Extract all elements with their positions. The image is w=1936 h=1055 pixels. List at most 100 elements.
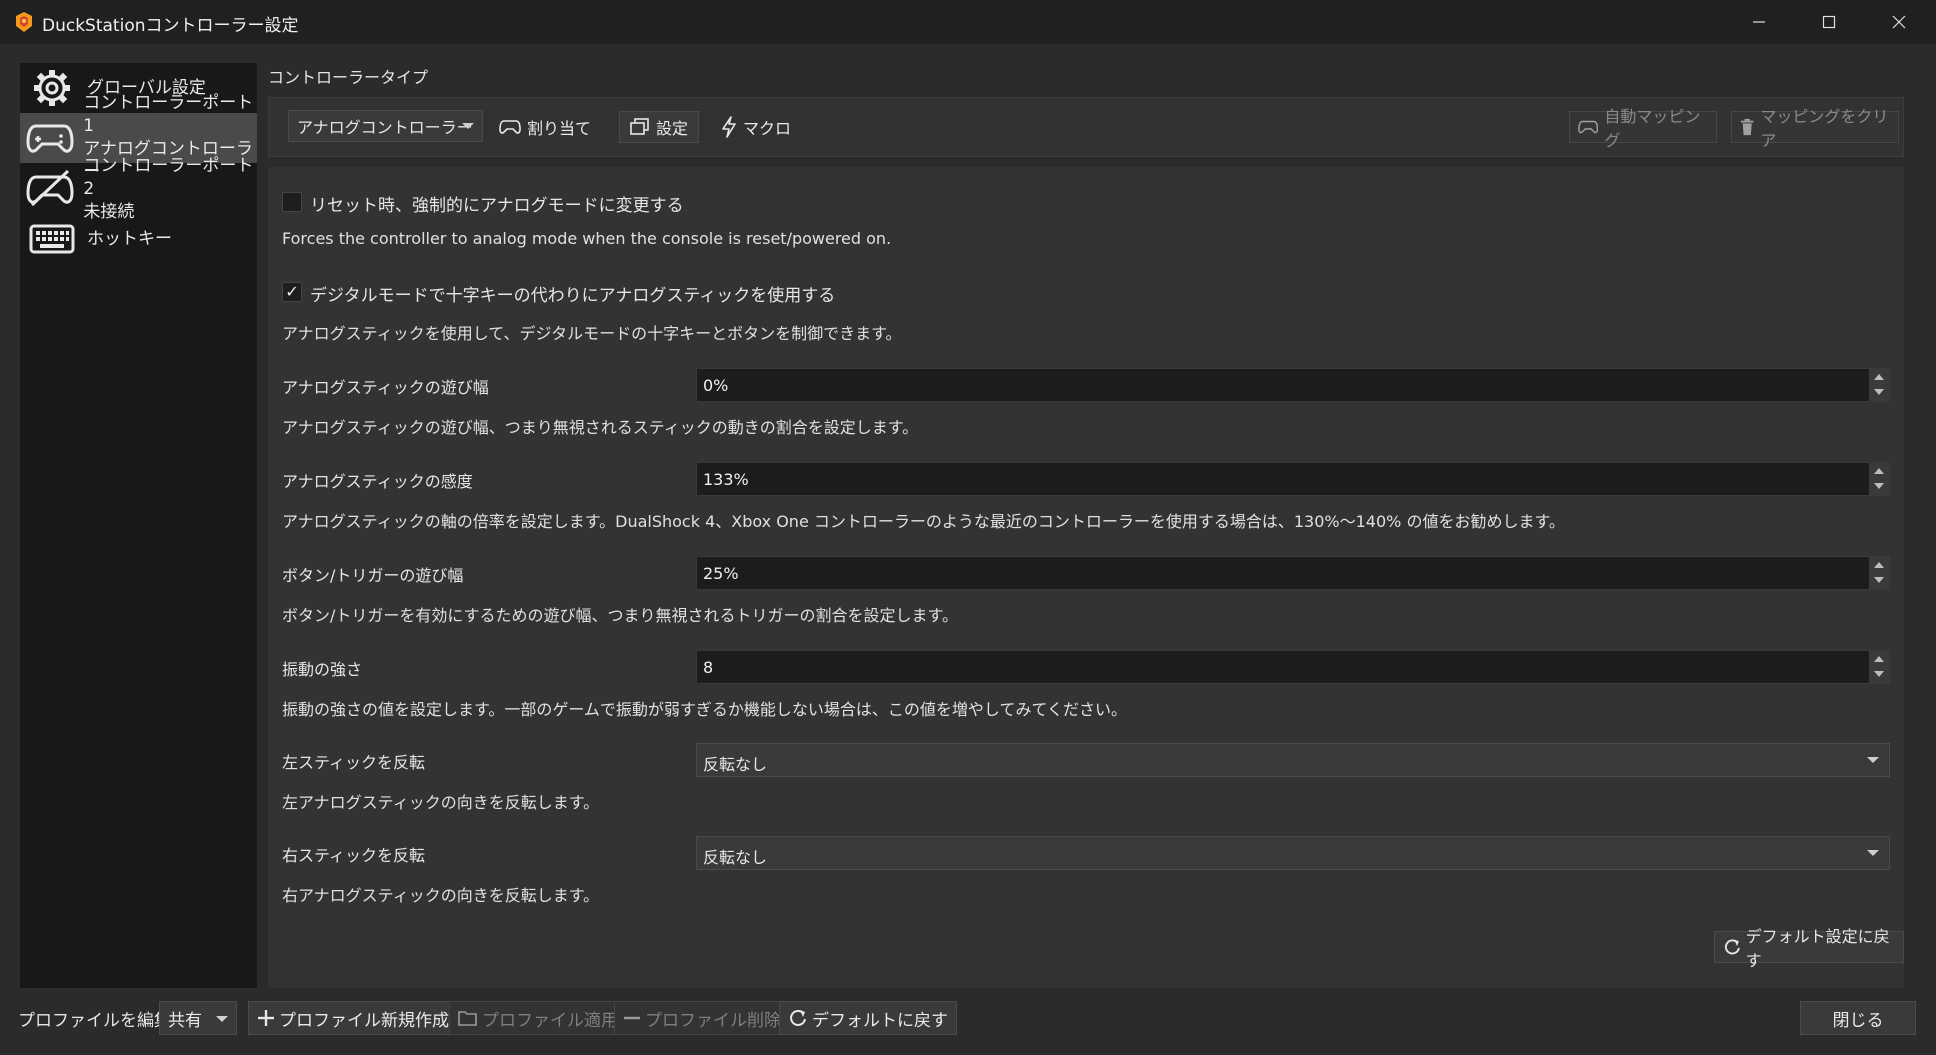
sidebar-item-hotkeys[interactable]: ホットキー (20, 215, 257, 263)
settings-label: 設定 (656, 119, 689, 138)
settings-button[interactable]: 設定 (619, 111, 700, 143)
sensitivity-value: 133% (703, 470, 749, 489)
invert-left-label: 左スティックを反転 (282, 753, 426, 772)
auto-mapping-button[interactable]: 自動マッピング (1569, 107, 1717, 150)
force-analog-checkbox[interactable] (282, 192, 302, 212)
duckstation-logo-icon (12, 10, 36, 34)
auto-mapping-label: 自動マッピング (1604, 107, 1701, 150)
close-icon (1892, 15, 1906, 29)
spin-down-icon[interactable] (1874, 389, 1884, 395)
spin-up-icon[interactable] (1874, 656, 1884, 662)
profile-select[interactable]: 共有 (159, 1001, 237, 1035)
maximize-icon (1822, 15, 1836, 29)
sensitivity-spinbox[interactable]: 133% (696, 462, 1890, 496)
folder-icon (458, 1011, 477, 1026)
apply-profile-button[interactable]: プロファイル適用 (449, 1001, 627, 1035)
restore-default-settings-button[interactable]: デフォルト設定に戻す (1714, 927, 1904, 970)
clear-mapping-button[interactable]: マッピングをクリア (1731, 107, 1899, 150)
close-dialog-button[interactable]: 閉じる (1800, 1001, 1916, 1035)
invert-right-label: 右スティックを反転 (282, 846, 426, 865)
spin-arrows[interactable] (1869, 557, 1889, 589)
controller-type-label: コントローラータイプ (268, 68, 429, 87)
spin-arrows[interactable] (1869, 369, 1889, 401)
button-deadzone-value: 25% (703, 564, 739, 583)
delete-profile-button[interactable]: プロファイル削除 (614, 1001, 790, 1035)
spin-up-icon[interactable] (1874, 562, 1884, 568)
button-deadzone-description: ボタン/トリガーを有効にするための遊び幅、つまり無視されるトリガーの割合を設定し… (282, 606, 958, 625)
restore-defaults-label: デフォルトに戻す (812, 1010, 948, 1031)
deadzone-label: アナログスティックの遊び幅 (282, 378, 489, 397)
clear-mapping-label: マッピングをクリア (1760, 107, 1889, 150)
deadzone-value: 0% (703, 376, 729, 395)
sidebar-item-text: コントローラーポート 2 未接続 (83, 155, 257, 224)
force-analog-description: Forces the controller to analog mode whe… (282, 229, 892, 248)
analog-dpad-description: アナログスティックを使用して、デジタルモードの十字キーとボタンを制御できます。 (282, 324, 902, 343)
sidebar-item-port-2[interactable]: コントローラーポート 2 未接続 (20, 156, 257, 222)
spin-down-icon[interactable] (1874, 577, 1884, 583)
chevron-down-icon (1867, 850, 1879, 856)
invert-right-description: 右アナログスティックの向きを反転します。 (282, 886, 600, 905)
apply-profile-label: プロファイル適用 (482, 1010, 618, 1031)
restore-defaults-button[interactable]: デフォルトに戻す (779, 1001, 957, 1035)
spin-down-icon[interactable] (1874, 483, 1884, 489)
trash-icon (1740, 118, 1754, 136)
profile-edit-label: プロファイルを編集: (18, 1011, 177, 1031)
gamepad-icon (499, 120, 521, 134)
vibration-label: 振動の強さ (282, 660, 363, 679)
spin-down-icon[interactable] (1874, 671, 1884, 677)
macros-label: マクロ (743, 119, 792, 138)
button-deadzone-spinbox[interactable]: 25% (696, 556, 1890, 590)
button-deadzone-label: ボタン/トリガーの遊び幅 (282, 566, 464, 585)
sidebar: グローバル設定 コントローラーポート 1 アナログコントローラー コントローラー… (20, 63, 257, 988)
analog-dpad-checkbox[interactable]: ✓ (282, 282, 302, 302)
minus-icon (624, 1016, 640, 1020)
sensitivity-description: アナログスティックの軸の倍率を設定します。DualShock 4、Xbox On… (282, 512, 1565, 531)
sensitivity-label: アナログスティックの感度 (282, 472, 473, 491)
sidebar-item-label: ホットキー (87, 228, 172, 249)
invert-left-select[interactable]: 反転なし (696, 743, 1890, 777)
plus-icon (258, 1010, 274, 1026)
vibration-value: 8 (703, 658, 714, 677)
chevron-down-icon (462, 123, 474, 129)
maximize-button[interactable] (1794, 0, 1864, 44)
macros-button[interactable]: マクロ (721, 111, 791, 143)
deadzone-description: アナログスティックの遊び幅、つまり無視されるスティックの動きの割合を設定します。 (282, 418, 919, 437)
spin-arrows[interactable] (1869, 651, 1889, 683)
gamepad-disconnected-icon (25, 167, 75, 211)
force-analog-label[interactable]: リセット時、強制的にアナログモードに変更する (310, 191, 684, 216)
invert-left-value: 反転なし (703, 755, 768, 774)
gamepad-icon (1578, 120, 1599, 134)
refresh-icon (1725, 939, 1740, 955)
controller-toolbar: アナログコントローラー 割り当て 設定 マクロ 自動マッピング マッピングをクリ… (268, 97, 1904, 157)
gear-icon (25, 66, 79, 110)
close-window-button[interactable] (1864, 0, 1934, 44)
invert-right-value: 反転なし (703, 848, 768, 867)
chevron-down-icon (1867, 757, 1879, 763)
spin-up-icon[interactable] (1874, 468, 1884, 474)
copy-window-icon (630, 118, 649, 135)
minimize-icon (1753, 21, 1765, 23)
delete-profile-label: プロファイル削除 (645, 1010, 781, 1031)
new-profile-button[interactable]: プロファイル新規作成 (248, 1001, 458, 1035)
invert-left-description: 左アナログスティックの向きを反転します。 (282, 793, 600, 812)
analog-dpad-label[interactable]: デジタルモードで十字キーの代わりにアナログスティックを使用する (310, 281, 835, 306)
chevron-down-icon (216, 1016, 228, 1022)
bindings-label: 割り当て (527, 119, 592, 138)
controller-type-value: アナログコントローラー (297, 118, 473, 137)
spin-up-icon[interactable] (1874, 374, 1884, 380)
spin-arrows[interactable] (1869, 463, 1889, 495)
deadzone-spinbox[interactable]: 0% (696, 368, 1890, 402)
new-profile-label: プロファイル新規作成 (279, 1010, 449, 1031)
profile-value: 共有 (168, 1010, 202, 1031)
bindings-button[interactable]: 割り当て (499, 111, 591, 143)
minimize-button[interactable] (1724, 0, 1794, 44)
gamepad-icon (25, 116, 75, 160)
refresh-icon (790, 1010, 806, 1026)
invert-right-select[interactable]: 反転なし (696, 836, 1890, 870)
sidebar-item-label: コントローラーポート 1 (83, 93, 254, 136)
sidebar-item-label: コントローラーポート 2 (83, 155, 254, 199)
controller-type-select[interactable]: アナログコントローラー (288, 110, 483, 142)
vibration-spinbox[interactable]: 8 (696, 650, 1890, 684)
restore-default-settings-label: デフォルト設定に戻す (1745, 927, 1890, 970)
settings-panel: リセット時、強制的にアナログモードに変更する Forces the contro… (268, 167, 1904, 988)
